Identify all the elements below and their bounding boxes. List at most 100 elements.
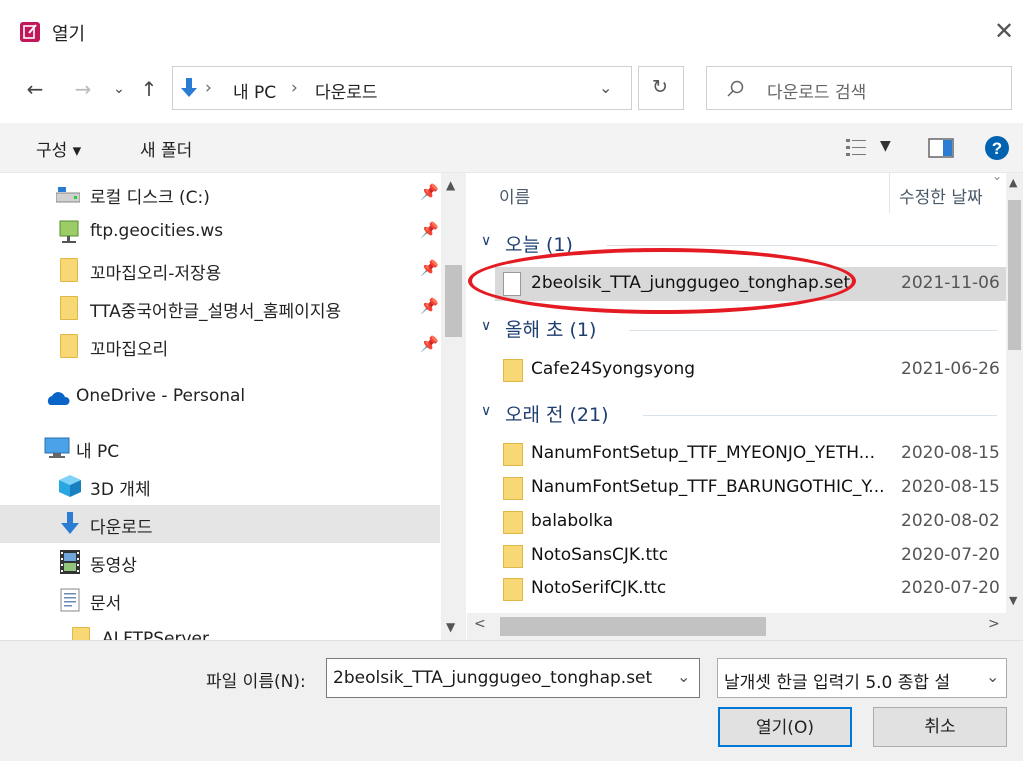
address-bar[interactable]: › 내 PC › 다운로드 ⌄ [172, 66, 632, 110]
scroll-up-arrow-icon[interactable]: ▲ [446, 178, 455, 192]
breadcrumb-downloads[interactable]: 다운로드 [315, 78, 378, 103]
file-date: 2020-07-20 [901, 545, 1000, 565]
file-name: NotoSansCJK.ttc [531, 545, 669, 565]
filename-value[interactable]: 2beolsik_TTA_junggugeo_tonghap.set [333, 668, 652, 688]
file-name: Cafe24Syongsyong [531, 359, 696, 379]
file-name: balabolka [531, 511, 614, 531]
group-divider [643, 415, 997, 416]
file-row[interactable]: NotoSansCJK.ttc 2020-07-20 [495, 539, 1007, 573]
folder-icon [503, 359, 523, 382]
filename-dropdown-icon[interactable]: ⌄ [677, 667, 690, 686]
filetype-value: 날개셋 한글 입력기 5.0 종합 설 [724, 673, 951, 693]
column-header-name[interactable]: 이름 [499, 183, 530, 208]
sidebar-item-downloads[interactable]: 다운로드 [0, 505, 440, 543]
filename-combobox[interactable]: 2beolsik_TTA_junggugeo_tonghap.set ⌄ [326, 658, 700, 698]
sidebar-item-label: 내 PC [76, 442, 120, 462]
file-row[interactable]: Cafe24Syongsyong 2021-06-26 [495, 353, 1007, 387]
pin-icon: 📌 [420, 297, 439, 315]
sidebar-item-folder[interactable]: TTA중국어한글_설명서_홈페이지용 📌 [0, 289, 440, 327]
sidebar-item-label: 로컬 디스크 (C:) [90, 188, 210, 208]
file-date: 2020-07-20 [901, 578, 1000, 598]
scroll-left-arrow-icon[interactable]: < [474, 616, 486, 632]
file-row[interactable]: NotoSerifCJK.ttc 2020-07-20 [495, 572, 1007, 606]
sidebar-item-3d-objects[interactable]: 3D 개체 [0, 467, 440, 505]
open-button[interactable]: 열기(O) [718, 707, 852, 747]
filename-label: 파일 이름(N): [206, 672, 306, 692]
back-button[interactable]: ← [20, 74, 50, 104]
group-divider [629, 330, 997, 331]
sidebar-item-onedrive[interactable]: OneDrive - Personal [0, 378, 440, 416]
sidebar-item-label: 문서 [90, 594, 122, 614]
file-list: 이름 수정한 날짜 ⌄ ∨ 오늘 (1) 2beolsik_TTA_junggu… [467, 173, 1023, 613]
navigation-scrollbar[interactable] [441, 173, 466, 640]
new-folder-button[interactable]: 새 폴더 [140, 136, 192, 161]
scroll-right-arrow-icon[interactable]: > [988, 616, 1000, 632]
sidebar-item-folder[interactable]: 꼬마집오리-저장용 📌 [0, 251, 440, 289]
sidebar-item-ftp[interactable]: ftp.geocities.ws 📌 [0, 213, 440, 251]
filetype-select[interactable]: 날개셋 한글 입력기 5.0 종합 설 ⌄ [717, 658, 1007, 698]
group-collapse-icon[interactable]: ∨ [481, 318, 491, 334]
file-name: NotoSerifCJK.ttc [531, 578, 667, 598]
scroll-up-arrow-icon[interactable]: ▲ [1009, 176, 1017, 189]
organize-button[interactable]: 구성 ▾ [36, 136, 81, 161]
sort-indicator-icon: ⌄ [992, 173, 1003, 183]
close-button[interactable]: ✕ [990, 16, 1018, 46]
folder-icon [503, 477, 523, 500]
view-options-icon[interactable] [846, 138, 870, 158]
pin-icon: 📌 [420, 335, 439, 353]
recent-locations-chevron-icon[interactable]: ⌄ [104, 74, 134, 104]
file-row[interactable]: NanumFontSetup_TTF_BARUNGOTHIC_Y... 2020… [495, 471, 1007, 505]
pin-icon: 📌 [420, 259, 439, 277]
file-name: NanumFontSetup_TTF_MYEONJO_YETH... [531, 443, 875, 463]
help-icon[interactable]: ? [984, 135, 1010, 161]
file-date: 2021-06-26 [901, 359, 1000, 379]
navigation-scrollbar-thumb[interactable] [445, 265, 462, 337]
folder-icon [503, 578, 523, 601]
up-button[interactable]: ↑ [134, 74, 164, 104]
view-dropdown-icon[interactable]: ▼ [880, 138, 891, 154]
search-field[interactable]: 다운로드 검색 [706, 66, 1012, 110]
pc-icon [44, 437, 70, 458]
sidebar-item-local-disk[interactable]: 로컬 디스크 (C:) 📌 [0, 175, 440, 213]
file-row[interactable]: NanumFontSetup_TTF_MYEONJO_YETH... 2020-… [495, 437, 1007, 471]
pin-icon: 📌 [420, 221, 439, 239]
cancel-button[interactable]: 취소 [873, 707, 1007, 747]
file-list-scrollbar-thumb[interactable] [1008, 200, 1021, 350]
title-bar [0, 0, 1023, 64]
folder-icon [60, 296, 78, 320]
file-row[interactable]: balabolka 2020-08-02 [495, 505, 1007, 539]
file-date: 2020-08-15 [901, 477, 1000, 497]
group-collapse-icon[interactable]: ∨ [481, 233, 491, 249]
folder-icon [60, 334, 78, 358]
group-collapse-icon[interactable]: ∨ [481, 403, 491, 419]
group-header-long-ago[interactable]: 오래 전 (21) [505, 400, 609, 427]
horizontal-scrollbar-thumb[interactable] [500, 617, 766, 636]
scroll-down-arrow-icon[interactable]: ▼ [446, 620, 455, 634]
column-divider [889, 173, 890, 213]
refresh-button[interactable]: ↻ [638, 66, 684, 110]
sidebar-item-label: 동영상 [90, 556, 137, 576]
sidebar-item-label: ALFTPServer [102, 629, 209, 640]
downloads-arrow-icon [181, 78, 197, 97]
filetype-dropdown-icon[interactable]: ⌄ [986, 667, 999, 686]
sidebar-item-videos[interactable]: 동영상 [0, 543, 440, 581]
sidebar-item-folder[interactable]: 꼬마집오리 📌 [0, 327, 440, 365]
scroll-down-arrow-icon[interactable]: ▼ [1009, 594, 1017, 607]
network-location-icon [59, 220, 79, 243]
column-header-date[interactable]: 수정한 날짜 [899, 183, 983, 208]
highlight-annotation [468, 248, 856, 314]
file-date: 2020-08-15 [901, 443, 1000, 463]
group-header-earlier-this-year[interactable]: 올해 초 (1) [505, 315, 596, 342]
breadcrumb-my-pc[interactable]: 내 PC [233, 78, 276, 103]
folder-icon [503, 545, 523, 568]
preview-pane-icon[interactable] [928, 138, 954, 158]
sidebar-item-folder[interactable]: ALFTPServer [0, 619, 440, 640]
downloads-icon [61, 512, 79, 534]
forward-button[interactable]: → [68, 74, 98, 104]
search-icon [727, 80, 744, 97]
address-dropdown-icon[interactable]: ⌄ [599, 78, 612, 97]
documents-icon [60, 588, 80, 612]
sidebar-item-my-pc[interactable]: 내 PC [0, 429, 440, 467]
sidebar-item-documents[interactable]: 문서 [0, 581, 440, 619]
window-title: 열기 [52, 24, 86, 45]
